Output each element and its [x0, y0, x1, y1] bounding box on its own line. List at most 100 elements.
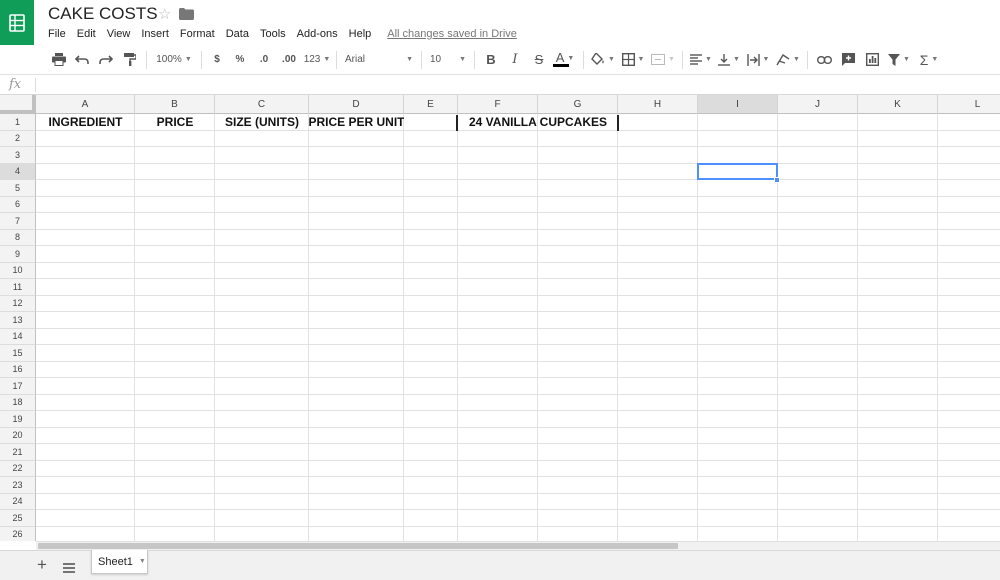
font-family-select[interactable]: Arial ▼ — [341, 49, 417, 71]
menu-insert[interactable]: Insert — [141, 28, 169, 40]
menu-view[interactable]: View — [107, 28, 131, 40]
row-header-2[interactable]: 2 — [0, 130, 36, 147]
row-header-21[interactable]: 21 — [0, 444, 36, 461]
cell-a1[interactable]: INGREDIENT — [36, 114, 135, 131]
menu-format[interactable]: Format — [180, 28, 215, 40]
functions-button[interactable]: Σ ▼ — [914, 49, 944, 71]
insert-link-icon[interactable] — [812, 49, 836, 71]
redo-icon[interactable] — [94, 49, 118, 71]
insert-chart-icon[interactable] — [860, 49, 884, 71]
column-header-l[interactable]: L — [938, 95, 1000, 114]
row-gridline — [36, 162, 1000, 164]
column-header-k[interactable]: K — [858, 95, 938, 114]
row-gridline — [36, 212, 1000, 213]
save-status-link[interactable]: All changes saved in Drive — [387, 28, 517, 40]
strikethrough-button[interactable]: S — [527, 49, 551, 71]
row-header-15[interactable]: 15 — [0, 345, 36, 362]
menu-tools[interactable]: Tools — [260, 28, 286, 40]
row-header-25[interactable]: 25 — [0, 510, 36, 527]
column-header-c[interactable]: C — [215, 95, 309, 114]
select-all-corner[interactable] — [0, 95, 36, 114]
row-header-23[interactable]: 23 — [0, 477, 36, 494]
row-header-26[interactable]: 26 — [0, 526, 36, 541]
percent-format-button[interactable]: % — [228, 49, 252, 71]
cell-d1[interactable]: PRICE PER UNIT — [309, 114, 404, 131]
column-header-g[interactable]: G — [538, 95, 618, 114]
merge-cells-button[interactable]: ▼ — [648, 49, 678, 71]
currency-format-button[interactable]: $ — [206, 49, 228, 71]
row-header-4[interactable]: 4 — [0, 163, 36, 180]
column-header-e[interactable]: E — [404, 95, 458, 114]
chevron-down-icon: ▼ — [637, 56, 645, 63]
chevron-down-icon[interactable]: ▼ — [139, 558, 146, 565]
borders-button[interactable]: ▼ — [618, 49, 648, 71]
fill-color-button[interactable]: ▼ — [588, 49, 618, 71]
horizontal-align-button[interactable]: ▼ — [687, 49, 715, 71]
text-wrapping-button[interactable]: ▼ — [743, 49, 773, 71]
formula-input[interactable] — [40, 78, 980, 92]
row-header-17[interactable]: 17 — [0, 378, 36, 395]
document-title[interactable]: CAKE COSTS — [48, 4, 158, 24]
sheets-logo-icon[interactable] — [0, 0, 34, 46]
menu-data[interactable]: Data — [226, 28, 249, 40]
cell-f1[interactable]: 24 VANILLA CUPCAKES — [458, 114, 618, 131]
decrease-decimals-button[interactable]: .0 — [252, 49, 276, 71]
row-header-5[interactable]: 5 — [0, 180, 36, 197]
column-header-h[interactable]: H — [618, 95, 698, 114]
cell-c1[interactable]: SIZE (UNITS) — [215, 114, 309, 131]
sheet-tab[interactable]: Sheet1 ▼ — [91, 550, 148, 574]
zoom-select[interactable]: 100% ▼ — [151, 49, 197, 71]
menu-help[interactable]: Help — [349, 28, 372, 40]
undo-icon[interactable] — [70, 49, 94, 71]
text-rotation-button[interactable]: ▼ — [773, 49, 803, 71]
fill-handle[interactable] — [774, 177, 780, 183]
row-header-16[interactable]: 16 — [0, 361, 36, 378]
column-header-d[interactable]: D — [309, 95, 404, 114]
all-sheets-icon[interactable] — [63, 560, 75, 578]
menu-add-ons[interactable]: Add-ons — [297, 28, 338, 40]
add-sheet-icon[interactable]: + — [37, 555, 47, 575]
row-header-20[interactable]: 20 — [0, 427, 36, 444]
row-header-10[interactable]: 10 — [0, 262, 36, 279]
print-icon[interactable] — [48, 49, 70, 71]
row-header-7[interactable]: 7 — [0, 213, 36, 230]
increase-decimals-button[interactable]: .00 — [276, 49, 302, 71]
cell-b1[interactable]: PRICE — [135, 114, 215, 131]
menu-edit[interactable]: Edit — [77, 28, 96, 40]
text-color-button[interactable]: A ▼ — [551, 49, 579, 71]
horizontal-scrollbar[interactable] — [36, 541, 1000, 550]
active-cell-selection[interactable] — [697, 162, 778, 180]
more-formats-select[interactable]: 123 ▼ — [302, 49, 332, 71]
scrollbar-thumb[interactable] — [38, 543, 678, 549]
row-header-19[interactable]: 19 — [0, 411, 36, 428]
row-header-3[interactable]: 3 — [0, 147, 36, 164]
vertical-align-button[interactable]: ▼ — [715, 49, 743, 71]
row-header-18[interactable]: 18 — [0, 394, 36, 411]
row-header-24[interactable]: 24 — [0, 493, 36, 510]
star-icon[interactable]: ☆ — [158, 5, 171, 23]
folder-icon[interactable] — [179, 7, 194, 25]
row-header-1[interactable]: 1 — [0, 114, 36, 131]
row-header-6[interactable]: 6 — [0, 196, 36, 213]
row-header-12[interactable]: 12 — [0, 295, 36, 312]
font-size-select[interactable]: 10 ▼ — [426, 49, 470, 71]
chevron-down-icon: ▼ — [567, 54, 575, 62]
column-header-i[interactable]: I — [698, 95, 778, 114]
cell-grid[interactable]: A B C D E F G H I J K L 1 2 3 4 5 6 7 8 9 10 11 12 13 14 15 16 17 18 1… — [0, 95, 1000, 541]
paint-format-icon[interactable] — [118, 49, 142, 71]
row-header-13[interactable]: 13 — [0, 312, 36, 329]
row-header-11[interactable]: 11 — [0, 279, 36, 296]
row-header-9[interactable]: 9 — [0, 246, 36, 263]
column-header-b[interactable]: B — [135, 95, 215, 114]
column-header-j[interactable]: J — [778, 95, 858, 114]
row-header-8[interactable]: 8 — [0, 229, 36, 246]
column-header-a[interactable]: A — [36, 95, 135, 114]
bold-button[interactable]: B — [479, 49, 503, 71]
row-header-22[interactable]: 22 — [0, 460, 36, 477]
menu-file[interactable]: File — [48, 28, 66, 40]
row-header-14[interactable]: 14 — [0, 328, 36, 345]
filter-button[interactable]: ▼ — [884, 49, 914, 71]
column-header-f[interactable]: F — [458, 95, 538, 114]
insert-comment-icon[interactable] — [836, 49, 860, 71]
italic-button[interactable]: I — [503, 49, 527, 71]
